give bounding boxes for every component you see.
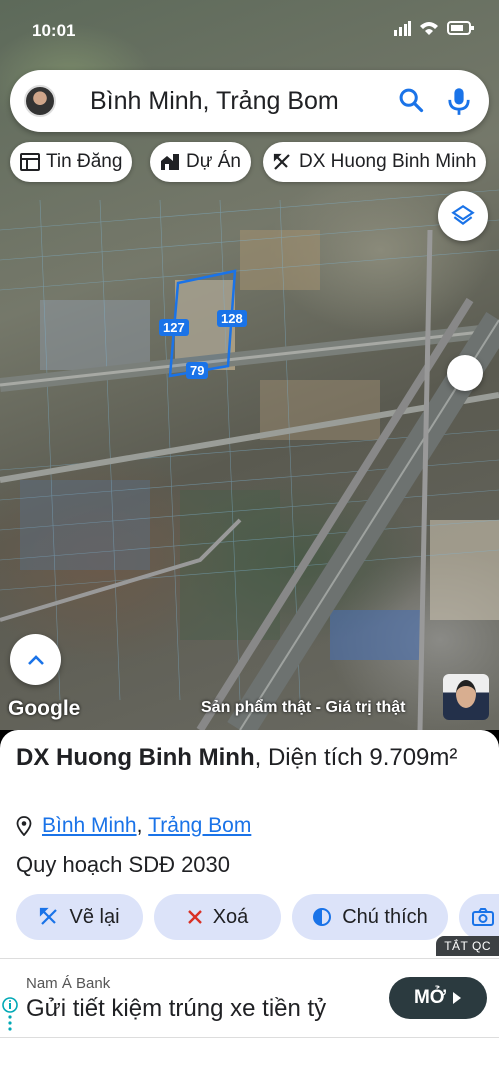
microphone-icon[interactable]: [445, 86, 473, 116]
close-ad-button[interactable]: TẮT QC: [436, 936, 499, 956]
redraw-button[interactable]: Vẽ lại: [16, 894, 143, 940]
legend-icon: [313, 908, 332, 926]
delete-button[interactable]: Xoá: [154, 894, 281, 940]
camera-icon: [472, 908, 494, 926]
chip-label: Dự Án: [186, 151, 241, 172]
chip-label: DX Huong Binh Minh: [299, 151, 477, 172]
close-icon: [187, 910, 202, 924]
search-icon[interactable]: [397, 86, 425, 114]
buildings-icon: [161, 154, 179, 170]
plan-label: Quy hoạch SDĐ 2030: [16, 852, 231, 877]
draw-icon: [273, 153, 290, 170]
status-time: 10:01: [32, 21, 76, 40]
project-name: DX Huong Binh Minh: [16, 744, 255, 771]
search-bar[interactable]: Bình Minh, Trảng Bom: [10, 70, 489, 132]
satellite-map[interactable]: 10:01 Bình Minh, Trảng Bom Tin Đăng Dự Á…: [0, 0, 499, 730]
action-label: Chú thích: [342, 905, 428, 928]
avatar[interactable]: [24, 85, 56, 117]
map-tagline: Sản phẩm thật - Giá trị thật: [201, 699, 406, 716]
map-handle[interactable]: [447, 355, 483, 391]
signal-icon: [394, 21, 411, 36]
google-watermark: Google: [8, 697, 81, 720]
area-text: , Diện tích 9.709m²: [254, 744, 458, 771]
ad-open-button[interactable]: MỞ: [389, 977, 487, 1019]
layers-button[interactable]: [438, 191, 488, 241]
parcel-label: 128: [217, 310, 247, 327]
ad-advertiser: Nam Á Bank: [26, 975, 111, 992]
agent-avatar[interactable]: [443, 674, 489, 720]
ward-link[interactable]: Bình Minh: [42, 814, 137, 838]
location-row: Bình Minh, Trảng Bom: [16, 814, 251, 838]
action-label: Xoá: [212, 905, 249, 928]
ad-headline: Gửi tiết kiệm trúng xe tiền tỷ: [26, 995, 327, 1022]
location-pin-icon: [16, 816, 32, 836]
search-input[interactable]: Bình Minh, Trảng Bom: [90, 87, 339, 116]
camera-button[interactable]: [459, 894, 499, 940]
parcel-title: DX Huong Binh Minh, Diện tích 9.709m²: [16, 740, 486, 776]
chip-project[interactable]: DX Huong Binh Minh: [263, 142, 487, 182]
chip-label: Tin Đăng: [46, 151, 123, 172]
listing-icon: [20, 153, 40, 171]
wifi-icon: [420, 22, 438, 35]
legend-button[interactable]: Chú thích: [292, 894, 448, 940]
play-arrow-icon: [453, 992, 462, 1004]
expand-button[interactable]: [10, 634, 61, 685]
chip-du-an[interactable]: Dự Án: [150, 142, 251, 182]
parcel-label: 127: [159, 319, 189, 336]
battery-icon: [447, 21, 474, 35]
bottom-area: [0, 1038, 499, 1080]
draw-icon: [40, 907, 58, 925]
parcel-label: 79: [186, 362, 209, 379]
ad-info-icon[interactable]: [2, 997, 18, 1033]
chevron-up-icon: [27, 654, 44, 665]
status-bar: 10:01: [0, 0, 499, 60]
chip-tin-dang[interactable]: Tin Đăng: [10, 142, 133, 182]
ad-banner[interactable]: Nam Á Bank Gửi tiết kiệm trúng xe tiền t…: [0, 958, 499, 1038]
action-label: Vẽ lại: [69, 905, 120, 928]
status-icons: [393, 20, 475, 36]
ad-cta-label: MỞ: [413, 987, 447, 1008]
layers-icon: [451, 204, 475, 225]
district-link[interactable]: Trảng Bom: [148, 814, 251, 838]
location-separator: ,: [136, 814, 149, 837]
